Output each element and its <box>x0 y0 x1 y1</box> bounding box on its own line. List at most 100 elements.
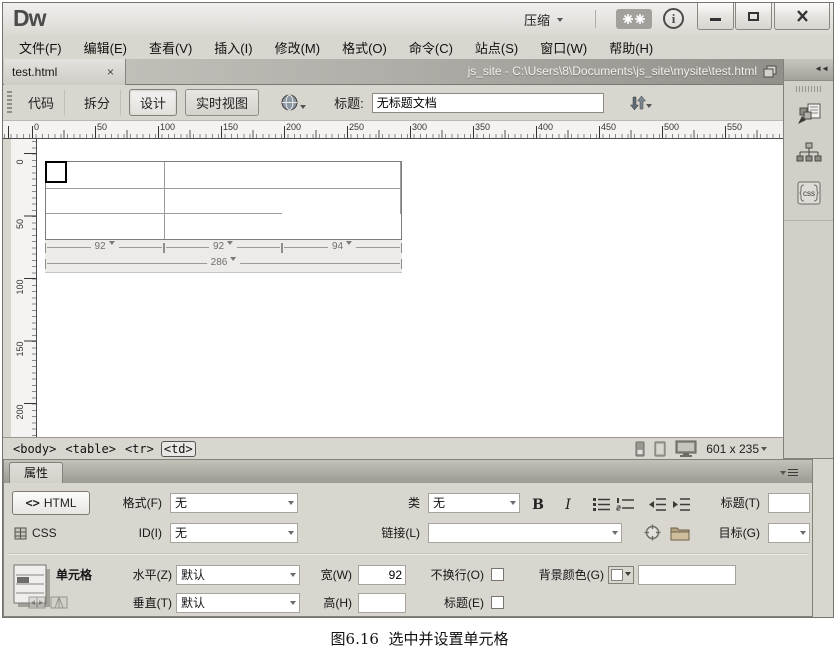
vruler-tick-label: 0 <box>15 150 25 174</box>
split-cell-icon[interactable] <box>50 595 68 610</box>
table-cell[interactable] <box>165 162 282 189</box>
dock-collapse-button[interactable]: ◄◄ <box>784 59 833 81</box>
menu-edit[interactable]: 编辑(E) <box>80 36 131 59</box>
id-select[interactable]: 无 <box>170 523 298 543</box>
browse-folder-icon[interactable] <box>670 525 690 541</box>
tag-td-selected[interactable]: <td> <box>161 441 196 457</box>
menu-site[interactable]: 站点(S) <box>471 36 522 59</box>
menu-view[interactable]: 查看(V) <box>145 36 196 59</box>
menu-file[interactable]: 文件(F) <box>15 36 66 59</box>
css-mode-button[interactable]: CSS <box>14 523 88 543</box>
split-view-button[interactable]: 拆分 <box>73 89 121 116</box>
dropdown-arrow-icon <box>290 601 296 608</box>
merge-cells-icon[interactable] <box>28 595 46 610</box>
close-icon <box>796 10 809 22</box>
unordered-list-icon[interactable] <box>592 496 612 513</box>
title-attr-input[interactable] <box>768 493 810 513</box>
header-checkbox[interactable] <box>491 596 504 609</box>
hruler-tick-label: 200 <box>286 122 301 132</box>
workspace-switcher[interactable]: 压缩 <box>524 10 563 29</box>
svg-text:css: css <box>803 189 815 198</box>
target-select[interactable] <box>768 523 810 543</box>
tag-body[interactable]: <body> <box>11 442 58 456</box>
menu-help[interactable]: 帮助(H) <box>605 36 657 59</box>
bg-color-input[interactable] <box>638 565 736 585</box>
document-title-input[interactable] <box>372 93 604 113</box>
css-button-label: CSS <box>32 526 57 540</box>
minimize-button[interactable] <box>697 3 734 30</box>
table-cell[interactable] <box>165 189 282 214</box>
file-management-button[interactable] <box>630 95 652 111</box>
code-view-button[interactable]: 代码 <box>17 89 65 116</box>
dock-icons: css <box>784 94 833 221</box>
table-cell-selected[interactable] <box>46 162 66 182</box>
table-cell[interactable] <box>282 162 401 189</box>
column-width-menu[interactable]: 92 <box>45 240 164 256</box>
bold-button[interactable]: B <box>526 493 550 515</box>
tab-test-html[interactable]: test.html × <box>4 59 126 85</box>
tablet-size-icon[interactable] <box>654 441 666 457</box>
tab-properties[interactable]: 属性 <box>9 462 63 483</box>
html-button-label: HTML <box>44 496 77 510</box>
menu-insert[interactable]: 插入(I) <box>210 36 256 59</box>
format-select[interactable]: 无 <box>170 493 298 513</box>
link-combo[interactable] <box>428 523 622 543</box>
table-cell[interactable] <box>46 189 165 214</box>
cell-height-input[interactable] <box>358 593 406 613</box>
table-cell[interactable] <box>46 214 165 239</box>
cell-width-input[interactable] <box>358 565 406 585</box>
restore-document-icon[interactable] <box>763 65 777 83</box>
menu-window[interactable]: 窗口(W) <box>536 36 591 59</box>
id-label: ID(I) <box>100 523 162 543</box>
outdent-icon[interactable] <box>648 496 668 513</box>
info-icon[interactable]: i <box>663 8 684 29</box>
column-width-label: 92 <box>90 241 118 252</box>
tag-table[interactable]: <table> <box>63 442 118 456</box>
tab-close-icon[interactable]: × <box>104 65 117 79</box>
file-management-dropdown-icon <box>646 104 652 111</box>
indent-icon[interactable] <box>672 496 692 513</box>
close-button[interactable] <box>774 3 830 30</box>
design-canvas[interactable]: 92 92 94 286 <box>37 139 783 437</box>
column-width-menu[interactable]: 92 <box>164 240 282 256</box>
table-cell[interactable] <box>282 189 401 214</box>
nowrap-checkbox[interactable] <box>491 568 504 581</box>
insert-panel-icon[interactable] <box>796 102 822 126</box>
css-styles-panel-icon[interactable]: css <box>796 180 822 206</box>
table-width-menu[interactable]: 286 <box>45 256 402 272</box>
live-view-button[interactable]: 实时视图 <box>185 89 259 116</box>
width-dropdown-icon <box>346 241 352 248</box>
cs-live-icon[interactable] <box>616 9 652 29</box>
panel-menu-button[interactable] <box>780 467 798 478</box>
phone-size-icon[interactable] <box>635 441 645 457</box>
preview-globe-button[interactable] <box>281 94 306 112</box>
bg-color-well[interactable] <box>608 566 634 584</box>
hruler-tick-label: 50 <box>97 122 107 132</box>
point-to-file-icon[interactable] <box>644 524 661 541</box>
menu-commands[interactable]: 命令(C) <box>405 36 457 59</box>
menu-format[interactable]: 格式(O) <box>338 36 391 59</box>
title-attr-label: 标题(T) <box>700 493 760 513</box>
italic-button[interactable]: I <box>556 493 580 515</box>
horizontal-select[interactable]: 默认 <box>176 565 300 585</box>
globe-icon <box>281 94 300 112</box>
vertical-select[interactable]: 默认 <box>176 593 300 613</box>
class-select[interactable]: 无 <box>428 493 520 513</box>
html-mode-button[interactable]: <> HTML <box>12 491 90 515</box>
dropdown-arrow-icon <box>288 501 294 508</box>
dock-grip[interactable] <box>796 86 822 92</box>
viewport-size-selector[interactable]: 601 x 235 <box>706 442 767 456</box>
column-width-menu[interactable]: 94 <box>282 240 402 256</box>
desktop-size-icon[interactable] <box>675 440 697 457</box>
dropdown-arrow-icon <box>288 531 294 538</box>
files-panel-icon[interactable] <box>796 141 822 165</box>
toolbar-grip[interactable] <box>7 91 12 115</box>
design-view-button[interactable]: 设计 <box>129 89 177 116</box>
tag-tr[interactable]: <tr> <box>123 442 156 456</box>
table-cell[interactable] <box>165 214 282 239</box>
maximize-icon <box>748 12 759 21</box>
height-label: 高(H) <box>304 593 352 613</box>
ordered-list-icon[interactable] <box>616 496 636 513</box>
menu-modify[interactable]: 修改(M) <box>271 36 325 59</box>
maximize-button[interactable] <box>735 3 772 30</box>
